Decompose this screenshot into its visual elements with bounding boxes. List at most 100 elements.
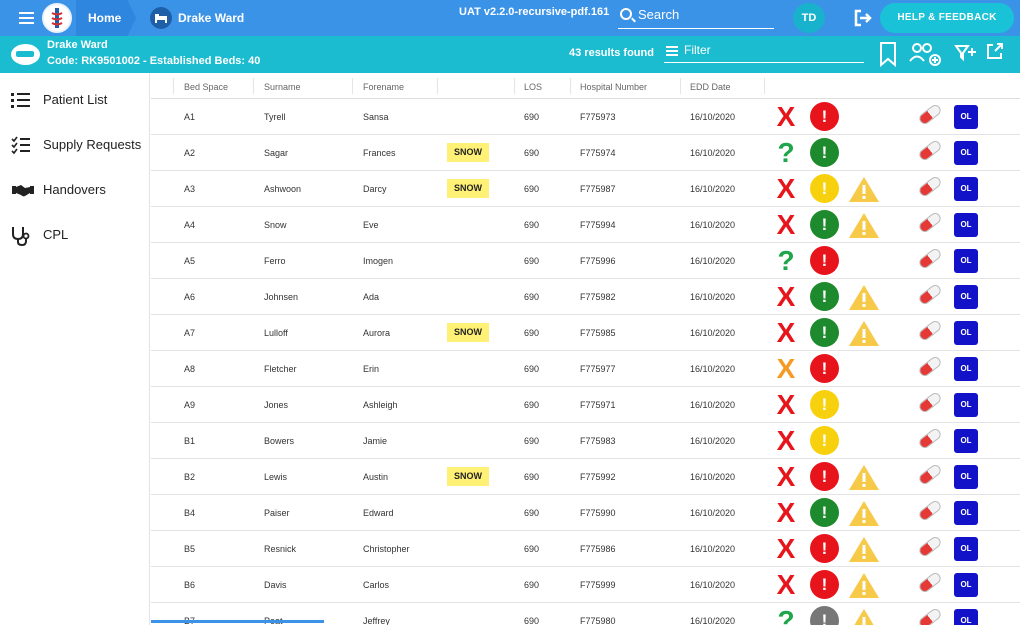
ol-badge[interactable]: OL <box>954 573 978 597</box>
add-patient-icon[interactable] <box>908 41 942 66</box>
medication-pill-icon[interactable] <box>917 138 943 163</box>
cross-icon[interactable]: X <box>773 211 799 239</box>
medication-pill-icon[interactable] <box>917 606 943 625</box>
ol-badge[interactable]: OL <box>954 429 978 453</box>
ol-badge[interactable]: OL <box>954 321 978 345</box>
sidebar-item-patient-list[interactable]: Patient List <box>0 78 150 123</box>
medication-pill-icon[interactable] <box>917 210 943 235</box>
warning-triangle-icon[interactable] <box>848 176 880 203</box>
alert-circle-icon[interactable]: ! <box>810 390 839 419</box>
table-row[interactable]: A1 Tyrell Sansa 690 F775973 16/10/2020 X! OL <box>151 99 1020 135</box>
cross-icon[interactable]: X <box>773 355 799 383</box>
medication-pill-icon[interactable] <box>917 246 943 271</box>
medication-pill-icon[interactable] <box>917 426 943 451</box>
table-row[interactable]: B1 Bowers Jamie 690 F775983 16/10/2020 X! OL <box>151 423 1020 459</box>
column-header-hospital-number[interactable]: Hospital Number <box>580 82 647 92</box>
table-row[interactable]: A7 Lulloff Aurora SNOW 690 F775985 16/10/2020 X… <box>151 315 1020 351</box>
medication-pill-icon[interactable] <box>917 354 943 379</box>
ol-badge[interactable]: OL <box>954 537 978 561</box>
column-header-forename[interactable]: Forename <box>363 82 404 92</box>
sidebar-item-handovers[interactable]: Handovers <box>0 168 150 213</box>
ol-badge[interactable]: OL <box>954 105 978 129</box>
alert-circle-icon[interactable]: ! <box>810 534 839 563</box>
alert-circle-icon[interactable]: ! <box>810 318 839 347</box>
open-external-icon[interactable] <box>983 41 1007 65</box>
sidebar-item-supply-requests[interactable]: Supply Requests <box>0 123 150 168</box>
cross-icon[interactable]: X <box>773 319 799 347</box>
warning-triangle-icon[interactable] <box>848 536 880 563</box>
warning-triangle-icon[interactable] <box>848 608 880 625</box>
table-row[interactable]: B5 Resnick Christopher 690 F775986 16/10/2020… <box>151 531 1020 567</box>
medication-pill-icon[interactable] <box>917 534 943 559</box>
cross-icon[interactable]: X <box>773 103 799 131</box>
medication-pill-icon[interactable] <box>917 102 943 127</box>
breadcrumb-ward[interactable]: Drake Ward <box>148 0 244 36</box>
cross-icon[interactable]: X <box>773 283 799 311</box>
column-header-surname[interactable]: Surname <box>264 82 301 92</box>
medication-pill-icon[interactable] <box>917 318 943 343</box>
warning-triangle-icon[interactable] <box>848 464 880 491</box>
cross-icon[interactable]: X <box>773 499 799 527</box>
bookmark-icon[interactable] <box>876 41 900 68</box>
cross-icon[interactable]: X <box>773 535 799 563</box>
warning-triangle-icon[interactable] <box>848 320 880 347</box>
breadcrumb-home[interactable]: Home <box>76 0 136 36</box>
ol-badge[interactable]: OL <box>954 609 978 625</box>
help-feedback-button[interactable]: HELP & FEEDBACK <box>880 3 1014 33</box>
medication-pill-icon[interactable] <box>917 390 943 415</box>
cross-icon[interactable]: X <box>773 427 799 455</box>
ol-badge[interactable]: OL <box>954 213 978 237</box>
alert-circle-icon[interactable]: ! <box>810 174 839 203</box>
table-row[interactable]: A2 Sagar Frances SNOW 690 F775974 16/10/2020?!… <box>151 135 1020 171</box>
table-row[interactable]: B2 Lewis Austin SNOW 690 F775992 16/10/2020 X! O… <box>151 459 1020 495</box>
medication-pill-icon[interactable] <box>917 174 943 199</box>
medication-pill-icon[interactable] <box>917 282 943 307</box>
ol-badge[interactable]: OL <box>954 357 978 381</box>
alert-circle-icon[interactable]: ! <box>810 606 839 625</box>
search-input[interactable]: Search <box>618 3 774 29</box>
ol-badge[interactable]: OL <box>954 177 978 201</box>
filter-input[interactable]: Filter <box>664 42 864 63</box>
ol-badge[interactable]: OL <box>954 501 978 525</box>
sidebar-item-cpl[interactable]: CPL <box>0 213 150 258</box>
alert-circle-icon[interactable]: ! <box>810 246 839 275</box>
ol-badge[interactable]: OL <box>954 141 978 165</box>
warning-triangle-icon[interactable] <box>848 212 880 239</box>
alert-circle-icon[interactable]: ! <box>810 210 839 239</box>
medication-pill-icon[interactable] <box>917 570 943 595</box>
ol-badge[interactable]: OL <box>954 285 978 309</box>
menu-icon[interactable] <box>19 12 34 24</box>
cross-icon[interactable]: X <box>773 175 799 203</box>
ol-badge[interactable]: OL <box>954 465 978 489</box>
alert-circle-icon[interactable]: ! <box>810 102 839 131</box>
alert-circle-icon[interactable]: ! <box>810 570 839 599</box>
medication-pill-icon[interactable] <box>917 462 943 487</box>
alert-circle-icon[interactable]: ! <box>810 354 839 383</box>
table-row[interactable]: A3 Ashwoon Darcy SNOW 690 F775987 16/10/2020 X!… <box>151 171 1020 207</box>
warning-triangle-icon[interactable] <box>848 284 880 311</box>
column-header-los[interactable]: LOS <box>524 82 542 92</box>
table-row[interactable]: A8 Fletcher Erin 690 F775977 16/10/2020 X! OL <box>151 351 1020 387</box>
logout-icon[interactable] <box>853 9 873 27</box>
table-row[interactable]: A9 Jones Ashleigh 690 F775971 16/10/2020 X! OL <box>151 387 1020 423</box>
ol-badge[interactable]: OL <box>954 249 978 273</box>
warning-triangle-icon[interactable] <box>848 572 880 599</box>
add-filter-icon[interactable] <box>954 42 978 66</box>
table-row[interactable]: A6 Johnsen Ada 690 F775982 16/10/2020 X! OL <box>151 279 1020 315</box>
table-row[interactable]: A5 Ferro Imogen 690 F775996 16/10/2020?! OL <box>151 243 1020 279</box>
horizontal-scrollbar[interactable] <box>151 620 324 623</box>
alert-circle-icon[interactable]: ! <box>810 282 839 311</box>
table-row[interactable]: B6 Davis Carlos 690 F775999 16/10/2020 X! OL <box>151 567 1020 603</box>
alert-circle-icon[interactable]: ! <box>810 462 839 491</box>
alert-circle-icon[interactable]: ! <box>810 426 839 455</box>
ol-badge[interactable]: OL <box>954 393 978 417</box>
column-header-edd-date[interactable]: EDD Date <box>690 82 731 92</box>
avatar[interactable]: TD <box>793 3 825 33</box>
cross-icon[interactable]: X <box>773 463 799 491</box>
cross-icon[interactable]: X <box>773 391 799 419</box>
table-row[interactable]: B4 Paiser Edward 690 F775990 16/10/2020 X! OL <box>151 495 1020 531</box>
table-row[interactable]: A4 Snow Eve 690 F775994 16/10/2020 X! OL <box>151 207 1020 243</box>
warning-triangle-icon[interactable] <box>848 500 880 527</box>
alert-circle-icon[interactable]: ! <box>810 138 839 167</box>
column-header-bed-space[interactable]: Bed Space <box>184 82 228 92</box>
